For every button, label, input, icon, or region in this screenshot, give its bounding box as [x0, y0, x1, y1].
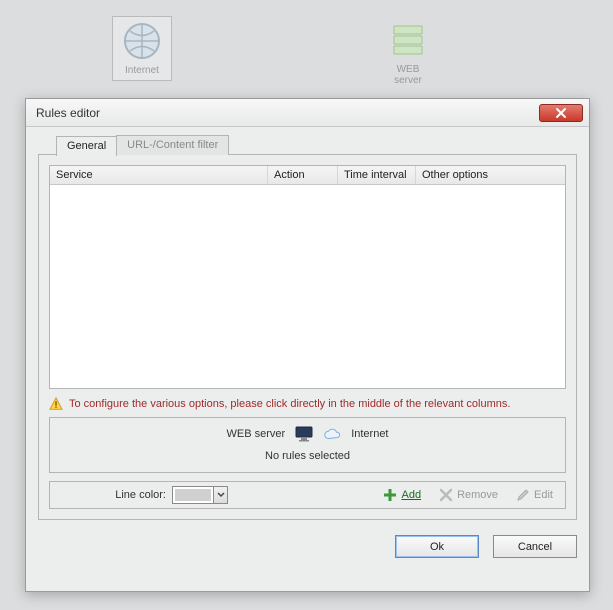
- config-warning: To configure the various options, please…: [49, 397, 566, 411]
- line-color-label: Line color:: [56, 489, 166, 501]
- titlebar: Rules editor: [26, 99, 589, 127]
- add-button[interactable]: Add: [377, 486, 427, 504]
- warning-text: To configure the various options, please…: [69, 398, 510, 410]
- globe-icon: [122, 21, 162, 61]
- close-button[interactable]: [539, 104, 583, 122]
- server-icon: [388, 20, 428, 60]
- col-action[interactable]: Action: [268, 166, 338, 184]
- col-service[interactable]: Service: [50, 166, 268, 184]
- cloud-icon: [323, 427, 341, 441]
- cancel-button[interactable]: Cancel: [493, 535, 577, 558]
- toolbar: Line color: Add Remove: [49, 481, 566, 509]
- desktop-icon-webserver[interactable]: WEB server: [378, 16, 438, 90]
- column-headers: Service Action Time interval Other optio…: [50, 166, 565, 185]
- monitor-icon: [295, 426, 313, 442]
- col-other[interactable]: Other options: [416, 166, 565, 184]
- tab-general[interactable]: General: [56, 136, 117, 156]
- tab-strip: General URL-/Content filter: [56, 135, 577, 155]
- tab-panel-general: Service Action Time interval Other optio…: [38, 154, 577, 520]
- col-time[interactable]: Time interval: [338, 166, 416, 184]
- rules-editor-dialog: Rules editor General URL-/Content filter…: [25, 98, 590, 592]
- desktop-icon-internet[interactable]: Internet: [112, 16, 172, 81]
- no-rules-text: No rules selected: [50, 450, 565, 462]
- dialog-buttons: Ok Cancel: [38, 535, 577, 558]
- endpoint-right-label: Internet: [351, 428, 388, 440]
- pencil-icon: [516, 488, 530, 502]
- color-swatch: [175, 489, 211, 501]
- chevron-down-icon: [213, 487, 227, 503]
- edit-button: Edit: [510, 486, 559, 504]
- line-color-combo[interactable]: [172, 486, 228, 504]
- tab-url-content-filter[interactable]: URL-/Content filter: [116, 135, 229, 155]
- endpoint-left-label: WEB server: [227, 428, 286, 440]
- ok-button[interactable]: Ok: [395, 535, 479, 558]
- close-icon: [555, 107, 567, 119]
- remove-button: Remove: [433, 486, 504, 504]
- desktop-icon-label: Internet: [117, 65, 167, 76]
- rules-list[interactable]: Service Action Time interval Other optio…: [49, 165, 566, 389]
- desktop-icon-label: WEB server: [382, 64, 434, 86]
- plus-icon: [383, 488, 397, 502]
- endpoints-panel: WEB server Internet No rules selected: [49, 417, 566, 473]
- warning-icon: [49, 397, 63, 411]
- dialog-title: Rules editor: [36, 106, 539, 120]
- x-icon: [439, 488, 453, 502]
